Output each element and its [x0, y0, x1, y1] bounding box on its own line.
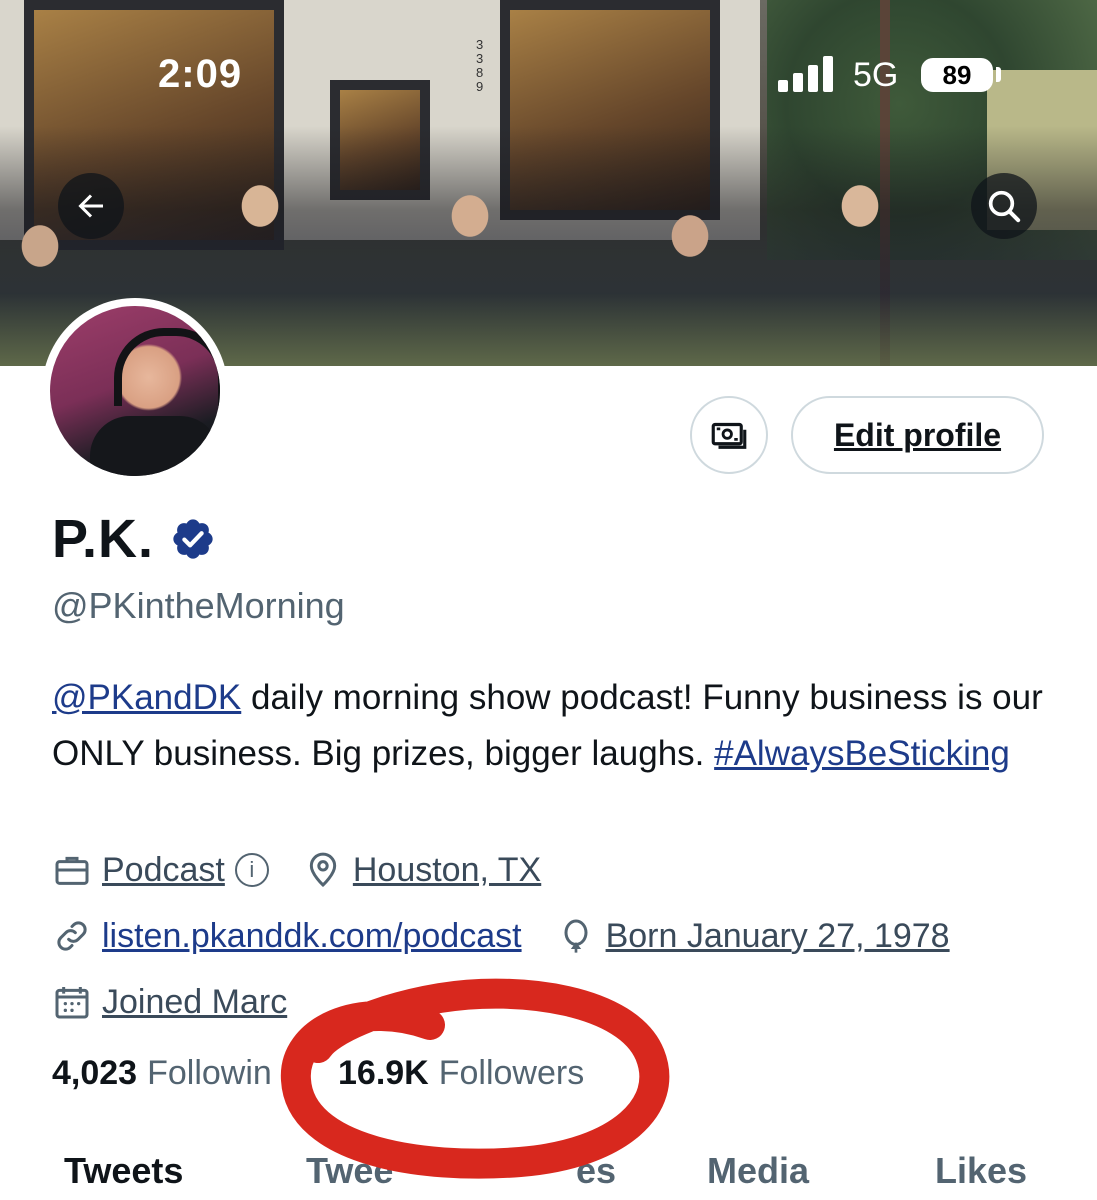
avatar-image	[50, 306, 220, 476]
tab-tweets-replies-start[interactable]: Twee	[306, 1150, 393, 1192]
profile-meta-row-3: Joined Marc	[52, 982, 287, 1022]
bio-mention-link[interactable]: @PKandDK	[52, 678, 241, 717]
back-arrow-icon	[78, 194, 103, 218]
profile-location[interactable]: Houston, TX	[353, 851, 541, 890]
tip-jar-icon	[711, 422, 747, 449]
profile-meta-row-1: Podcast i Houston, TX	[52, 850, 541, 890]
tab-tweets-replies-end[interactable]: es	[576, 1150, 616, 1192]
tip-jar-button[interactable]	[690, 396, 768, 474]
profile-handle: @PKintheMorning	[52, 585, 345, 626]
profile-name-row: P.K.	[52, 508, 216, 570]
follow-counts: 4,023 Followin 16.9K Followers	[52, 1054, 584, 1093]
profile-birthday: Born January 27, 1978	[605, 916, 950, 955]
tab-tweets[interactable]: Tweets	[64, 1150, 183, 1192]
profile-website-link[interactable]: listen.pkanddk.com/podcast	[102, 917, 522, 956]
followers-label: Followers	[438, 1054, 585, 1092]
tab-media[interactable]: Media	[707, 1150, 809, 1192]
avatar-headphones	[114, 328, 220, 406]
bio-hashtag-link[interactable]: #AlwaysBeSticking	[714, 734, 1010, 773]
briefcase-icon	[55, 856, 89, 885]
following-count: 4,023	[52, 1054, 138, 1092]
status-time: 2:09	[158, 52, 243, 96]
profile-bio: @PKandDK daily morning show podcast! Fun…	[52, 670, 1052, 782]
avatar[interactable]	[42, 298, 228, 484]
status-bar: 2:09 5G 89	[0, 0, 1097, 150]
profile-name: P.K.	[52, 509, 155, 569]
profile-category[interactable]: Podcast	[102, 851, 225, 890]
network-type: 5G	[853, 56, 899, 94]
tab-likes[interactable]: Likes	[935, 1150, 1027, 1192]
profile-joined-date: Joined Marc	[102, 982, 288, 1021]
back-button[interactable]	[58, 173, 124, 239]
search-button[interactable]	[971, 173, 1037, 239]
following-count-link[interactable]: 4,023 Followin	[52, 1054, 292, 1093]
verified-badge-icon[interactable]	[170, 516, 216, 562]
battery-tip	[996, 67, 1001, 82]
battery-level: 89	[921, 58, 993, 92]
avatar-shirt	[90, 416, 220, 476]
followers-count-link[interactable]: 16.9K Followers	[338, 1054, 584, 1093]
link-icon	[57, 921, 87, 951]
balloon-icon	[564, 919, 588, 953]
profile-tabs: Tweets Twee es Media Likes	[0, 1150, 1097, 1200]
calendar-icon	[55, 987, 89, 1019]
followers-count: 16.9K	[338, 1054, 429, 1092]
following-label: Followin	[147, 1054, 272, 1092]
search-icon	[988, 190, 1021, 223]
edit-profile-button[interactable]: Edit profile	[791, 396, 1044, 474]
category-info-icon[interactable]: i	[234, 853, 269, 887]
signal-icon	[778, 56, 834, 92]
location-pin-icon	[309, 852, 337, 888]
profile-meta-row-2: listen.pkanddk.com/podcast Born January …	[52, 916, 950, 956]
